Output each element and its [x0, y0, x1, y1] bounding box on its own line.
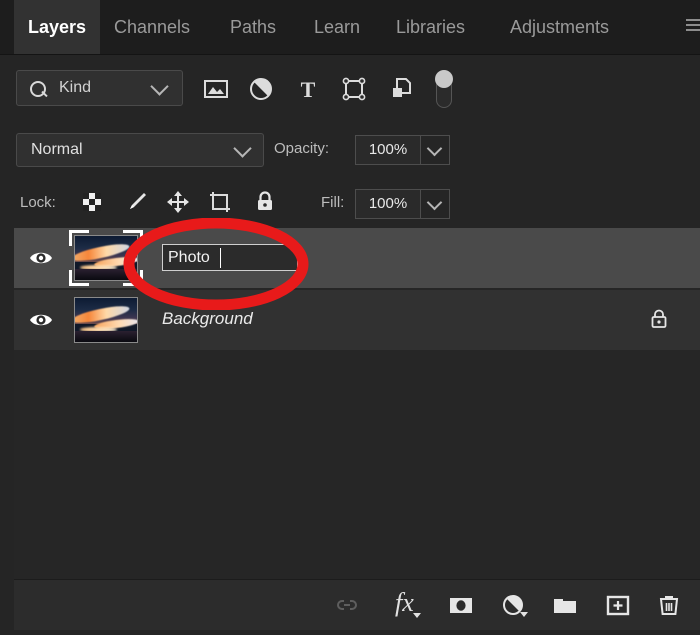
- new-group-button[interactable]: [550, 590, 580, 620]
- layer-visibility-toggle[interactable]: [28, 248, 54, 268]
- lock-transparent-pixels-icon[interactable]: [79, 189, 105, 215]
- lock-all-icon[interactable]: [252, 189, 278, 215]
- chevron-down-icon: [426, 140, 443, 157]
- filter-adjustment-layers-icon[interactable]: [248, 76, 274, 102]
- filter-smart-object-layers-icon[interactable]: [389, 76, 415, 102]
- layer-filter-row: Kind T: [0, 54, 700, 122]
- opacity-label: Opacity:: [274, 140, 330, 157]
- layer-rename-value: Photo: [168, 249, 210, 266]
- filter-pixel-layers-icon[interactable]: [203, 76, 229, 102]
- blend-mode-value: Normal: [31, 141, 83, 158]
- chevron-down-icon: [520, 612, 528, 617]
- tab-libraries[interactable]: Libraries: [382, 0, 479, 54]
- lock-label: Lock:: [20, 194, 56, 211]
- filter-shape-layers-icon[interactable]: [341, 76, 367, 102]
- chevron-down-icon: [426, 194, 443, 211]
- toggle-knob: [435, 70, 453, 88]
- panel-tab-bar: Layers Channels Paths Learn Libraries Ad…: [0, 0, 700, 55]
- lock-artboard-nesting-icon[interactable]: [207, 189, 233, 215]
- layer-locked-icon: [650, 308, 668, 330]
- layer-thumbnail[interactable]: [74, 297, 138, 343]
- opacity-value: 100%: [368, 141, 408, 158]
- chevron-down-icon: [150, 77, 169, 96]
- fx-icon: fx: [395, 588, 414, 617]
- blend-mode-dropdown[interactable]: Normal: [16, 133, 264, 167]
- table-row[interactable]: Background: [14, 290, 700, 350]
- new-adjustment-layer-button[interactable]: [499, 590, 529, 620]
- tab-paths[interactable]: Paths: [216, 0, 290, 54]
- table-row[interactable]: Photo: [14, 228, 700, 288]
- layer-name-label: Background: [162, 309, 253, 328]
- tab-learn[interactable]: Learn: [300, 0, 374, 54]
- opacity-dropdown-button[interactable]: [421, 135, 450, 165]
- layers-panel: Layers Channels Paths Learn Libraries Ad…: [0, 0, 700, 635]
- lock-position-icon[interactable]: [165, 189, 191, 215]
- layer-thumbnail[interactable]: [74, 235, 138, 281]
- tab-channels[interactable]: Channels: [100, 0, 204, 54]
- filter-type-layers-icon[interactable]: T: [295, 76, 321, 102]
- thumbnail-horizon: [75, 268, 137, 280]
- delete-layer-button[interactable]: [654, 590, 684, 620]
- svg-text:T: T: [301, 77, 316, 102]
- layer-rename-input[interactable]: Photo: [162, 244, 298, 271]
- chevron-down-icon: [413, 613, 421, 618]
- layer-visibility-toggle[interactable]: [28, 310, 54, 330]
- lock-image-pixels-icon[interactable]: [123, 189, 149, 215]
- fill-dropdown-button[interactable]: [421, 189, 450, 219]
- filter-kind-label: Kind: [59, 79, 92, 96]
- lock-row: Lock: Fill: 100%: [0, 178, 700, 228]
- search-icon: [30, 81, 46, 97]
- thumbnail-horizon: [75, 330, 137, 342]
- blend-mode-row: Normal Opacity: 100%: [0, 122, 700, 178]
- fill-label: Fill:: [321, 194, 345, 211]
- hamburger-menu-icon[interactable]: [686, 19, 700, 35]
- filter-kind-dropdown[interactable]: Kind: [16, 70, 183, 106]
- layer-list: Photo Background: [14, 228, 700, 579]
- chevron-down-icon: [233, 139, 252, 158]
- opacity-input[interactable]: 100%: [355, 135, 421, 165]
- layer-styles-button[interactable]: fx: [395, 588, 425, 620]
- text-cursor: [220, 248, 221, 268]
- filter-enable-toggle[interactable]: [433, 70, 455, 108]
- fill-value: 100%: [368, 195, 408, 212]
- link-layers-button[interactable]: [332, 590, 362, 620]
- fill-input[interactable]: 100%: [355, 189, 421, 219]
- add-layer-mask-button[interactable]: [446, 590, 476, 620]
- layers-bottom-toolbar: fx: [14, 579, 700, 630]
- new-layer-button[interactable]: [603, 590, 633, 620]
- tab-layers[interactable]: Layers: [14, 0, 101, 54]
- tab-adjustments[interactable]: Adjustments: [496, 0, 623, 54]
